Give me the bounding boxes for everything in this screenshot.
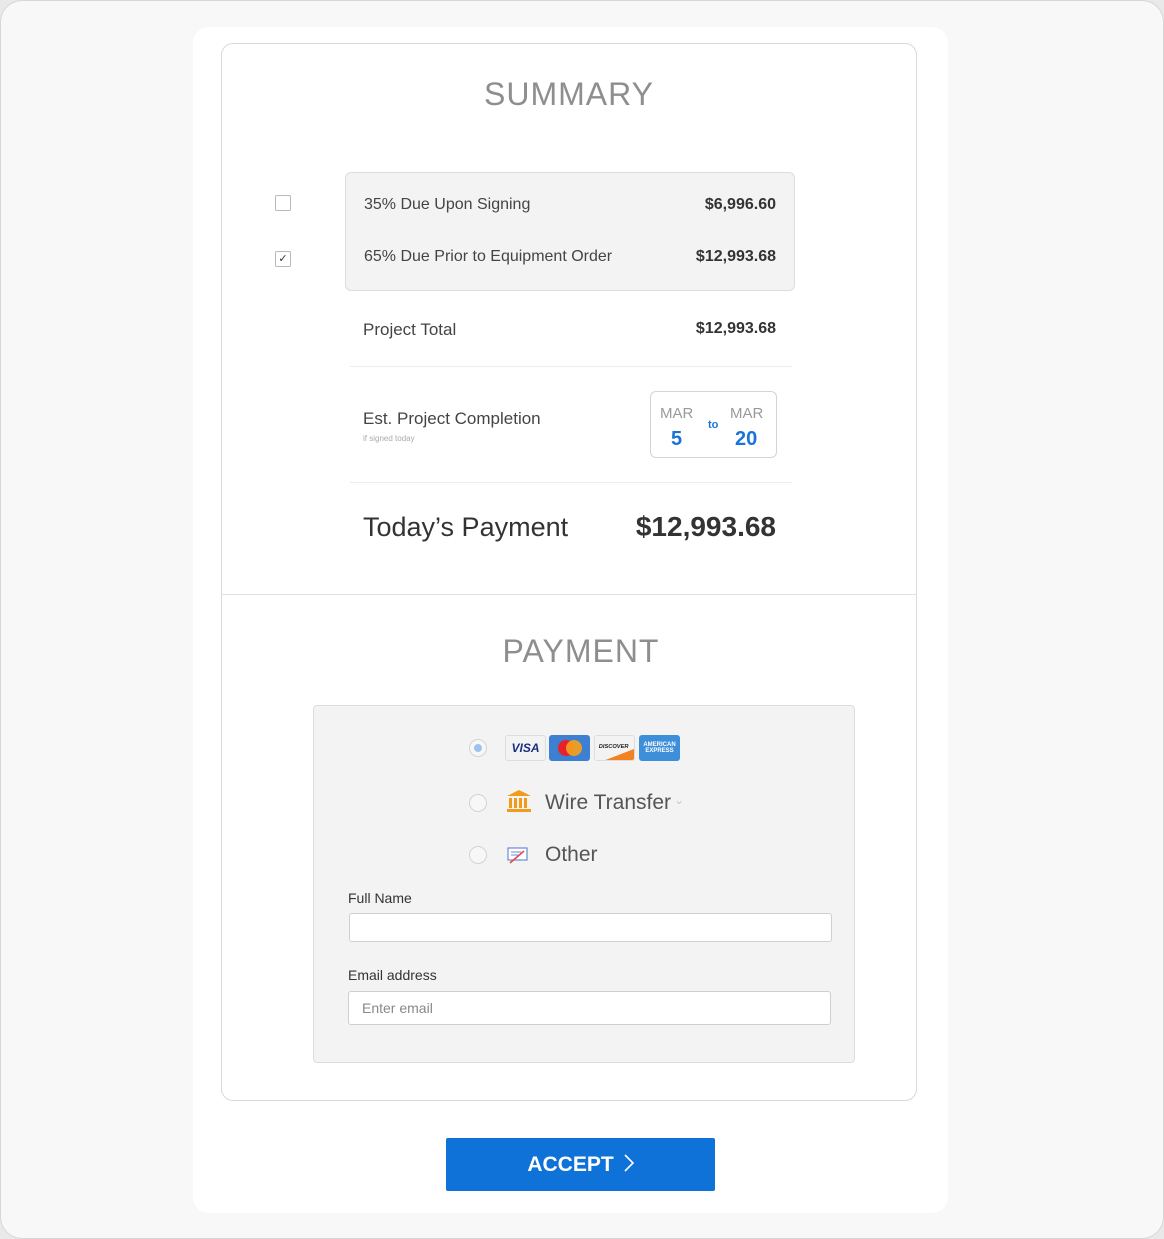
mastercard-icon [549, 735, 590, 761]
full-name-input[interactable] [349, 913, 832, 942]
installment-2-checkbox[interactable]: ✓ [275, 251, 291, 267]
email-label: Email address [348, 967, 437, 983]
amex-icon: AMERICAN EXPRESS [639, 735, 680, 761]
project-total-label: Project Total [363, 320, 457, 339]
card-payment-radio[interactable] [469, 739, 487, 757]
check-payment-icon [507, 845, 529, 870]
completion-label: Est. Project Completion [363, 409, 541, 428]
discover-logo-icon: DISCOVER [595, 736, 634, 760]
other-radio[interactable] [469, 846, 487, 864]
range-to: to [708, 419, 719, 431]
check-icon: ✓ [278, 252, 288, 265]
accept-label: ACCEPT [527, 1152, 614, 1176]
svg-text:DISCOVER: DISCOVER [599, 744, 630, 750]
chevron-down-icon[interactable]: ⌄ [674, 793, 684, 807]
installments-box [345, 172, 795, 291]
end-month: MAR [730, 405, 764, 422]
section-divider [221, 594, 917, 595]
start-month: MAR [660, 405, 694, 422]
wire-transfer-label[interactable]: Wire Transfer [545, 791, 671, 815]
installment-2-label: 65% Due Prior to Equipment Order [364, 248, 613, 265]
email-input[interactable] [348, 991, 831, 1025]
installment-1-checkbox[interactable] [275, 195, 291, 211]
completion-note: if signed today [363, 434, 415, 443]
end-day: 20 [735, 428, 758, 450]
todays-payment-value: $12,993.68 [635, 511, 776, 542]
chevron-right-icon [624, 1152, 634, 1178]
discover-icon: DISCOVER [594, 735, 635, 761]
installment-1-amount: $6,996.60 [704, 196, 776, 213]
start-day: 5 [671, 428, 683, 450]
summary-title: SUMMARY [484, 76, 654, 112]
bank-icon [506, 789, 532, 818]
mastercard-circles-icon [557, 740, 582, 756]
todays-payment-label: Today’s Payment [363, 512, 569, 542]
installment-1-label: 35% Due Upon Signing [364, 196, 531, 213]
divider [350, 482, 792, 483]
payment-title: PAYMENT [502, 633, 660, 669]
project-total-value: $12,993.68 [695, 320, 776, 337]
accept-button[interactable]: ACCEPT [446, 1138, 715, 1191]
full-name-label: Full Name [348, 890, 412, 906]
visa-icon: VISA [505, 735, 546, 761]
completion-date-range: MAR 5 to MAR 20 [650, 391, 777, 458]
other-label[interactable]: Other [545, 843, 598, 867]
installment-2-amount: $12,993.68 [695, 248, 776, 265]
divider [350, 366, 792, 367]
wire-transfer-radio[interactable] [469, 794, 487, 812]
